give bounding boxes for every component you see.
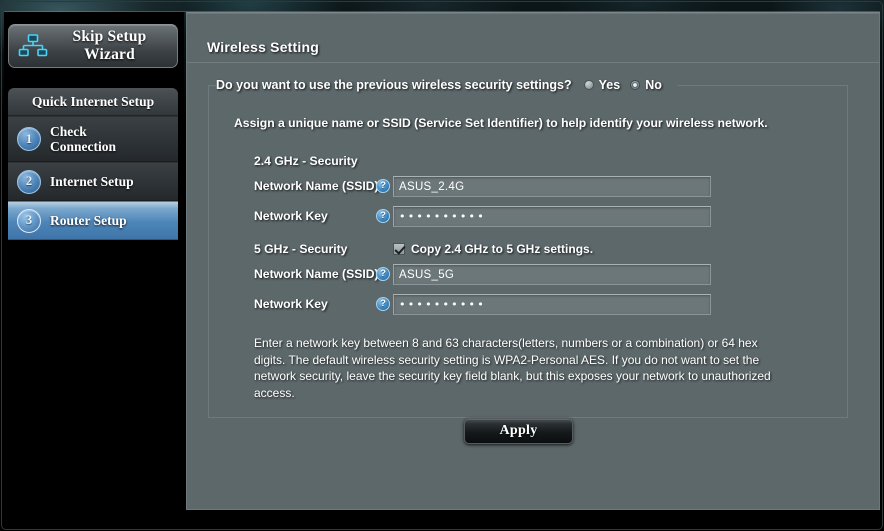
question-mark-icon-ssid-2-4ghz[interactable]: ?	[376, 179, 390, 193]
copy-settings-checkbox-label: Copy 2.4 GHz to 5 GHz settings.	[411, 242, 594, 256]
question-mark-icon-key-5ghz[interactable]: ?	[376, 297, 390, 311]
input-ssid-5ghz[interactable]	[393, 264, 711, 285]
band-heading-2-4ghz: 2.4 GHz - Security	[254, 154, 358, 168]
page-title: Wireless Setting	[207, 39, 319, 55]
network-topology-icon	[18, 32, 48, 60]
band-heading-5ghz: 5 GHz - Security	[254, 242, 348, 256]
radio-label-no: No	[645, 78, 662, 92]
previous-settings-radio-group: Yes No	[583, 78, 672, 92]
previous-settings-question-row: Do you want to use the previous wireless…	[216, 76, 678, 94]
step-number-3: 3	[17, 208, 41, 233]
skip-setup-wizard-button[interactable]: Skip Setup Wizard	[8, 24, 178, 68]
step-number-1: 1	[17, 127, 41, 151]
label-ssid-5ghz: Network Name (SSID)	[254, 267, 379, 281]
sidebar-item-label-router-setup: Router Setup	[50, 213, 127, 228]
radio-dot-yes[interactable]	[583, 80, 594, 90]
copy-settings-checkbox-row[interactable]: Copy 2.4 GHz to 5 GHz settings.	[393, 242, 593, 256]
quick-internet-setup-panel: Quick Internet Setup 1 Check Connection …	[8, 88, 178, 240]
router-setup-wizard-window: Skip Setup Wizard Quick Internet Setup 1…	[0, 0, 884, 531]
sidebar-item-label-check-connection: Check Connection	[50, 124, 117, 154]
input-network-key-5ghz[interactable]	[393, 294, 711, 315]
title-divider	[187, 62, 879, 63]
sidebar-item-check-connection[interactable]: 1 Check Connection	[8, 116, 178, 162]
apply-button[interactable]: Apply	[464, 418, 573, 444]
radio-option-no[interactable]: No	[630, 78, 662, 92]
input-ssid-2-4ghz[interactable]	[393, 176, 711, 197]
question-mark-icon-key-2-4ghz[interactable]: ?	[376, 209, 390, 223]
step-number-2: 2	[17, 169, 41, 194]
radio-label-yes: Yes	[598, 78, 621, 92]
quick-internet-setup-title: Quick Internet Setup	[8, 88, 178, 116]
copy-settings-checkbox[interactable]	[393, 243, 405, 255]
input-network-key-2-4ghz[interactable]	[393, 206, 711, 227]
sidebar-item-internet-setup[interactable]: 2 Internet Setup	[8, 162, 178, 201]
sidebar-item-label-internet-setup: Internet Setup	[50, 174, 134, 189]
previous-settings-question-label: Do you want to use the previous wireless…	[216, 78, 572, 92]
network-key-help-text: Enter a network key between 8 and 63 cha…	[254, 336, 771, 400]
radio-dot-no[interactable]	[630, 80, 641, 90]
sidebar: Skip Setup Wizard Quick Internet Setup 1…	[4, 12, 184, 520]
radio-option-yes[interactable]: Yes	[583, 78, 621, 92]
main-content-panel: Wireless Setting Do you want to use the …	[186, 12, 880, 510]
label-network-key-2-4ghz: Network Key	[254, 209, 328, 223]
sidebar-item-router-setup[interactable]: 3 Router Setup	[8, 201, 178, 240]
assign-ssid-note: Assign a unique name or SSID (Service Se…	[234, 116, 768, 130]
question-mark-icon-ssid-5ghz[interactable]: ?	[376, 267, 390, 281]
label-ssid-2-4ghz: Network Name (SSID)	[254, 179, 379, 193]
label-network-key-5ghz: Network Key	[254, 297, 328, 311]
skip-setup-wizard-label: Skip Setup Wizard	[72, 28, 147, 63]
